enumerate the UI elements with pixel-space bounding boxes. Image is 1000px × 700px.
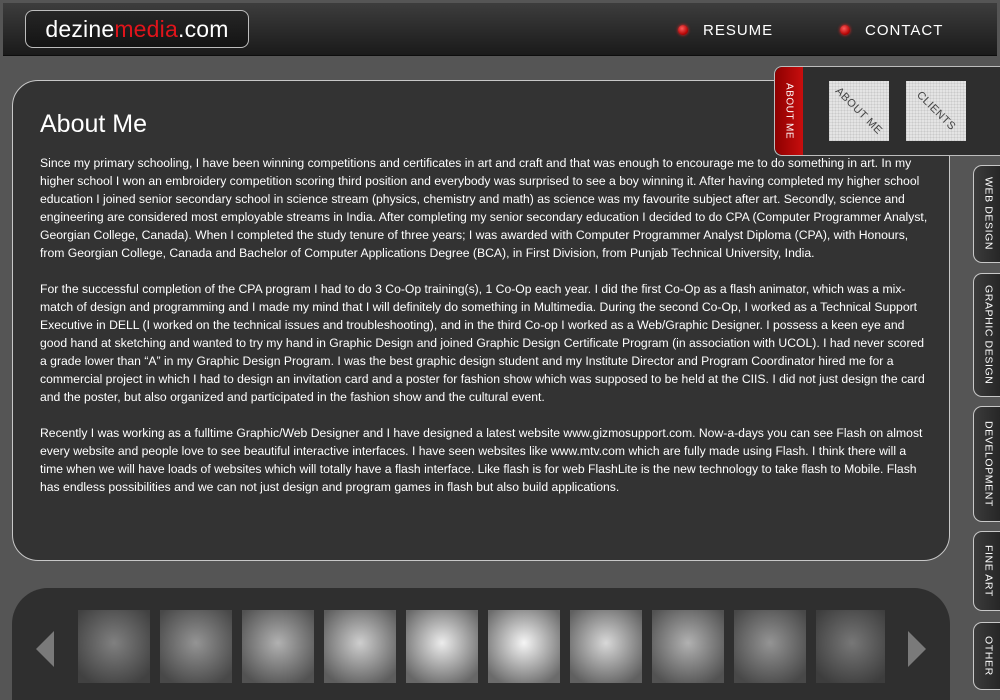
gallery-thumbnail[interactable] — [570, 610, 642, 683]
nav-resume-link[interactable]: RESUME — [678, 20, 773, 40]
paragraph: For the successful completion of the CPA… — [40, 282, 925, 404]
side-tab-label: OTHER — [982, 636, 995, 676]
gallery-thumbnail[interactable] — [324, 610, 396, 683]
side-tab-development[interactable]: DEVELOPMENT — [973, 406, 1000, 522]
logo-text-media: media — [114, 16, 178, 42]
nav-contact-label: CONTACT — [865, 21, 944, 39]
side-tab-label: DEVELOPMENT — [982, 421, 995, 507]
gallery-thumbnail[interactable] — [78, 610, 150, 683]
logo-text-dezine: dezine — [45, 16, 115, 42]
nav-resume-label: RESUME — [703, 21, 774, 39]
site-logo[interactable]: dezinemedia.com — [25, 10, 249, 48]
side-tab-label: FINE ART — [982, 545, 995, 597]
tab-about-me-active[interactable]: ABOUT ME — [775, 67, 803, 155]
side-tab-web-design[interactable]: WEB DESIGN — [973, 165, 1000, 263]
site-header: dezinemedia.com RESUME CONTACT — [3, 3, 997, 56]
side-tab-label: WEB DESIGN — [982, 177, 995, 251]
gallery-strip — [75, 610, 885, 683]
about-me-thumb-button[interactable]: ABOUT ME — [829, 81, 889, 141]
about-me-thumb-label: ABOUT ME — [833, 85, 885, 137]
side-tab-label: GRAPHIC DESIGN — [982, 285, 995, 385]
thumbnail-gallery — [12, 588, 950, 700]
paragraph: Recently I was working as a fulltime Gra… — [40, 426, 923, 494]
side-tab-graphic-design[interactable]: GRAPHIC DESIGN — [973, 273, 1000, 397]
gallery-thumbnail[interactable] — [488, 610, 560, 683]
logo-text-com: .com — [177, 16, 229, 42]
nav-contact-link[interactable]: CONTACT — [840, 20, 943, 40]
clients-thumb-button[interactable]: CLIENTS — [906, 81, 966, 141]
tab-about-me-label: ABOUT ME — [783, 82, 795, 140]
red-dot-icon — [840, 25, 850, 35]
clients-thumb-label: CLIENTS — [914, 89, 958, 133]
side-tab-other[interactable]: OTHER — [973, 622, 1000, 690]
gallery-thumbnail[interactable] — [406, 610, 478, 683]
side-tab-fine-art[interactable]: FINE ART — [973, 531, 1000, 611]
gallery-thumbnail[interactable] — [816, 610, 885, 683]
next-arrow-icon[interactable] — [908, 631, 926, 667]
paragraph: Since my primary schooling, I have been … — [40, 156, 928, 260]
page-title: About Me — [40, 110, 148, 138]
gallery-thumbnail[interactable] — [160, 610, 232, 683]
previous-arrow-icon[interactable] — [36, 631, 54, 667]
section-tab-box: ABOUT ME ABOUT ME CLIENTS — [774, 66, 1000, 156]
red-dot-icon — [678, 25, 688, 35]
gallery-thumbnail[interactable] — [734, 610, 806, 683]
about-me-text: Since my primary schooling, I have been … — [40, 154, 930, 514]
gallery-thumbnail[interactable] — [242, 610, 314, 683]
gallery-thumbnail[interactable] — [652, 610, 724, 683]
